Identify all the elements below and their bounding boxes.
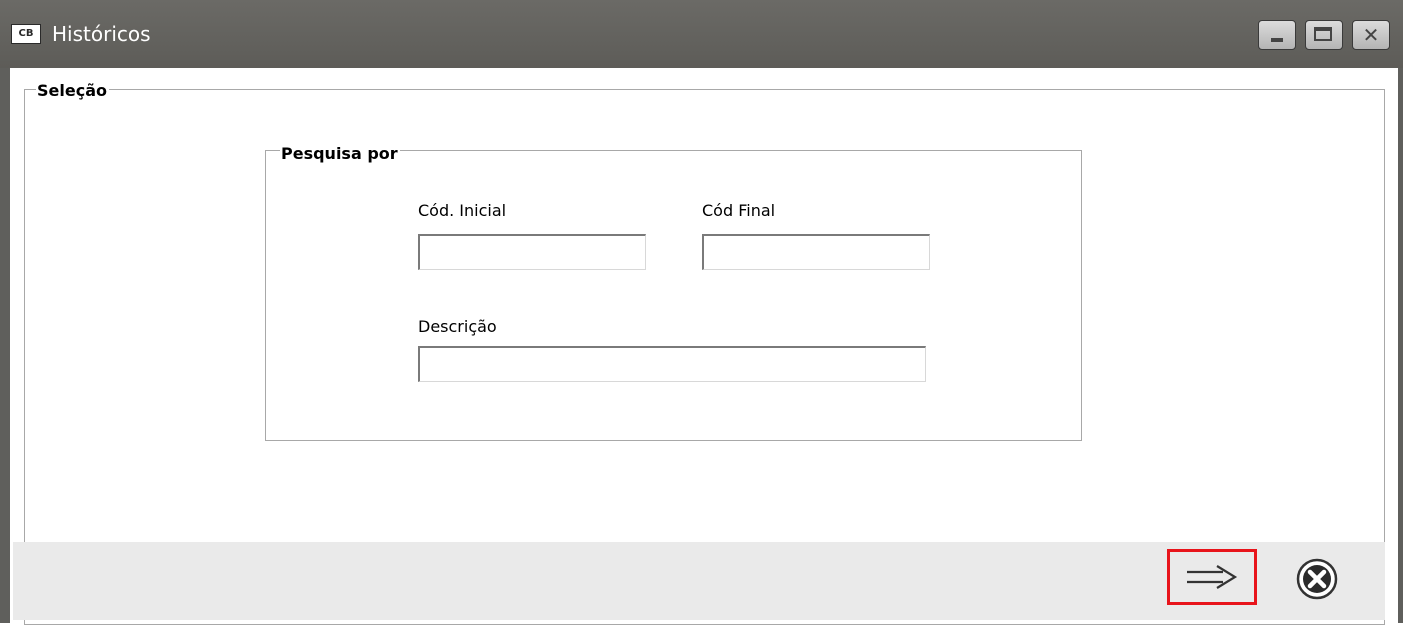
- cancel-button[interactable]: [1290, 556, 1344, 602]
- ok-button[interactable]: [1167, 549, 1257, 605]
- close-icon: ✕: [1362, 23, 1380, 47]
- app-icon: CB: [11, 24, 41, 44]
- historicos-window: CB Históricos ✕ Seleção Pesquisa por Cód…: [0, 0, 1403, 625]
- pesquisa-legend: Pesquisa por: [280, 144, 400, 164]
- cod-inicial-label: Cód. Inicial: [418, 201, 507, 220]
- cod-inicial-input[interactable]: [418, 234, 646, 270]
- close-button[interactable]: ✕: [1352, 20, 1390, 50]
- maximize-button[interactable]: [1305, 20, 1343, 50]
- minimize-button[interactable]: [1258, 20, 1296, 50]
- title-bar[interactable]: CB Históricos ✕: [0, 0, 1403, 68]
- cancel-circle-icon: [1296, 558, 1338, 600]
- cod-final-input[interactable]: [702, 234, 930, 270]
- window-title: Históricos: [52, 22, 151, 46]
- pesquisa-group: [265, 150, 1082, 441]
- descricao-input[interactable]: [418, 346, 926, 382]
- selecao-legend: Seleção: [36, 81, 109, 101]
- cod-final-label: Cód Final: [702, 201, 776, 220]
- descricao-label: Descrição: [418, 317, 497, 336]
- arrow-right-icon: [1187, 565, 1238, 589]
